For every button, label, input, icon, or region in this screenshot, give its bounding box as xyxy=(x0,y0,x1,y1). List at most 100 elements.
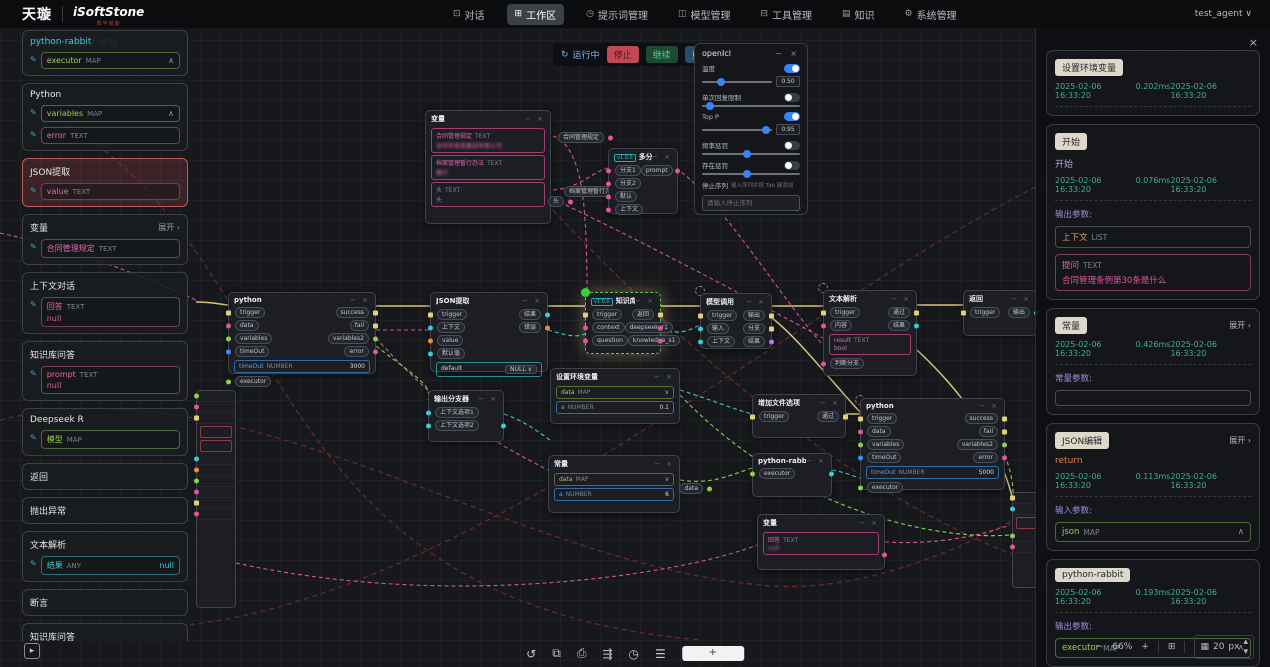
node-subfield[interactable] xyxy=(200,426,232,438)
reply-limit-slider[interactable] xyxy=(702,105,800,107)
port-pill[interactable]: 分支1 xyxy=(615,165,641,176)
node-controls[interactable]: − × xyxy=(350,296,370,304)
output-panel-variables[interactable]: 变量展开 › ✎合同管理规定TEXT xyxy=(22,214,188,265)
port-dot[interactable] xyxy=(769,326,774,331)
edit-icon[interactable]: ✎ xyxy=(30,369,37,378)
node-model-call[interactable]: 模型调用− × trigger输出 输入分支 上下文结果 xyxy=(700,293,772,349)
resize-handle-icon[interactable]: ⋰ xyxy=(797,205,804,213)
output-panel-throw[interactable]: 抛出异常 xyxy=(22,497,188,524)
frequency-penalty-toggle[interactable] xyxy=(784,141,800,150)
field-error[interactable]: errorTEXT xyxy=(41,127,180,144)
port-pill[interactable]: trigger xyxy=(592,309,622,320)
port-pill[interactable]: 分支2 xyxy=(615,178,641,189)
port-pill[interactable]: trigger xyxy=(830,307,860,318)
field-result[interactable]: 结果ANYnull xyxy=(41,556,180,575)
port-dot[interactable] xyxy=(606,181,611,186)
field-contract-rule[interactable]: 合同管理规定TEXT xyxy=(41,239,180,258)
port-dot[interactable] xyxy=(858,429,863,434)
port-dot[interactable] xyxy=(583,338,588,343)
port-pill[interactable]: error xyxy=(973,452,998,463)
port-dot[interactable] xyxy=(698,313,703,318)
port-dot[interactable] xyxy=(373,310,378,315)
history-icon[interactable]: ◷ xyxy=(629,647,639,661)
port-pill[interactable]: fail xyxy=(350,320,369,331)
node-controls[interactable]: − × xyxy=(806,457,826,465)
port-dot[interactable] xyxy=(1002,429,1007,434)
port-pill[interactable]: 上下文 xyxy=(615,204,643,215)
stop-button[interactable]: 停止 xyxy=(607,46,639,63)
node-controls[interactable]: − × xyxy=(859,519,879,527)
port-dot[interactable] xyxy=(858,442,863,447)
port-dot[interactable] xyxy=(1002,455,1007,460)
node-controls[interactable]: − × xyxy=(1011,295,1031,303)
field-prompt[interactable]: promptTEXTnull xyxy=(41,366,180,394)
port-dot[interactable] xyxy=(821,361,826,366)
top-p-slider[interactable] xyxy=(702,129,772,131)
port-pill[interactable]: variables xyxy=(867,439,904,450)
grid-size-value[interactable]: 20 xyxy=(1213,642,1224,652)
step-card-constant[interactable]: 常量展开 › 2025-02-06 16:33:200.426ms2025-02… xyxy=(1046,308,1260,415)
port-dot[interactable] xyxy=(1010,545,1015,550)
stop-sequence-input[interactable] xyxy=(702,195,800,211)
edit-icon[interactable]: ✎ xyxy=(30,433,37,442)
port-pill[interactable]: trigger xyxy=(867,413,897,424)
output-panel-knowledge-qa[interactable]: 知识库问答 ✎promptTEXTnull xyxy=(22,341,188,401)
expand-link[interactable]: 展开 › xyxy=(1229,435,1251,446)
port-pill[interactable]: 内容 xyxy=(830,320,852,331)
snap-grid-icon[interactable]: ⊞ xyxy=(1168,642,1176,652)
output-panel-return[interactable]: 返回 xyxy=(22,463,188,490)
port-pill[interactable]: 结果 xyxy=(888,320,910,331)
node-controls[interactable]: − × xyxy=(478,395,498,403)
edit-icon[interactable]: ✎ xyxy=(30,242,37,251)
port-dot[interactable] xyxy=(769,313,774,318)
port-dot[interactable] xyxy=(658,312,663,317)
port-dot[interactable] xyxy=(426,410,431,415)
temperature-slider[interactable] xyxy=(702,81,772,83)
port-dot[interactable] xyxy=(658,338,663,343)
zoom-in-icon[interactable]: + xyxy=(1141,642,1149,652)
port-dot[interactable] xyxy=(194,501,199,506)
port-pill[interactable]: 上下文选项2 xyxy=(435,420,479,431)
param-context[interactable]: 上下文LIST xyxy=(1055,226,1251,248)
port-dot[interactable] xyxy=(226,336,231,341)
port-pill[interactable]: 默认值 xyxy=(437,348,465,359)
port-dot[interactable] xyxy=(194,512,199,517)
port-dot[interactable] xyxy=(426,423,431,428)
stepper-icon[interactable]: ▴▾ xyxy=(1243,637,1248,657)
node-field[interactable]: defaultNULL ∨ xyxy=(436,362,542,377)
port-dot[interactable] xyxy=(226,379,231,384)
port-pill[interactable]: variables2 xyxy=(957,439,998,450)
field-model[interactable]: 模型MAP xyxy=(41,430,180,449)
port-pill[interactable]: 上下文 xyxy=(707,336,735,347)
port-pill[interactable]: trigger xyxy=(437,309,467,320)
node-variables-bottom[interactable]: 变量− × 回答TEXTnull xyxy=(757,514,885,570)
output-panel-assert[interactable]: 断言 xyxy=(22,589,188,616)
port-pill[interactable]: variables xyxy=(235,333,272,344)
close-icon[interactable]: × xyxy=(1249,36,1258,49)
port-dot[interactable] xyxy=(428,312,433,317)
port-pill[interactable]: variables2 xyxy=(328,333,369,344)
field-executor[interactable]: executorMAP∧ xyxy=(41,52,180,69)
port-dot[interactable] xyxy=(606,168,611,173)
port-pill[interactable]: executor xyxy=(235,376,271,387)
port-pill[interactable]: 结果 xyxy=(743,336,765,347)
port-dot[interactable] xyxy=(545,325,550,330)
port-dot[interactable] xyxy=(858,485,863,490)
expand-link[interactable]: 展开 › xyxy=(1229,320,1251,331)
port-dot[interactable] xyxy=(194,394,199,399)
node-controls[interactable]: − × xyxy=(891,295,911,303)
nav-model-mgmt[interactable]: ◫模型管理 xyxy=(670,4,739,25)
port-dot[interactable] xyxy=(583,312,588,317)
port-pill[interactable]: prompt xyxy=(641,165,673,176)
node-python-rabbit[interactable]: python-rabbit− × executor xyxy=(752,453,832,497)
node-file-option[interactable]: 增加文件选项− × trigger通过 xyxy=(752,394,846,438)
fit-view-icon[interactable]: ⧉ xyxy=(552,646,561,661)
port-pill[interactable]: context xyxy=(592,322,625,333)
node-return[interactable]: 返回− × trigger输出 xyxy=(963,290,1037,336)
port-dot[interactable] xyxy=(961,310,966,315)
port-dot[interactable] xyxy=(821,323,826,328)
field-answer[interactable]: 回答TEXTnull xyxy=(41,297,180,327)
reply-limit-toggle[interactable] xyxy=(784,93,800,102)
port-dot[interactable] xyxy=(606,194,611,199)
port-pill[interactable]: value xyxy=(437,335,463,346)
